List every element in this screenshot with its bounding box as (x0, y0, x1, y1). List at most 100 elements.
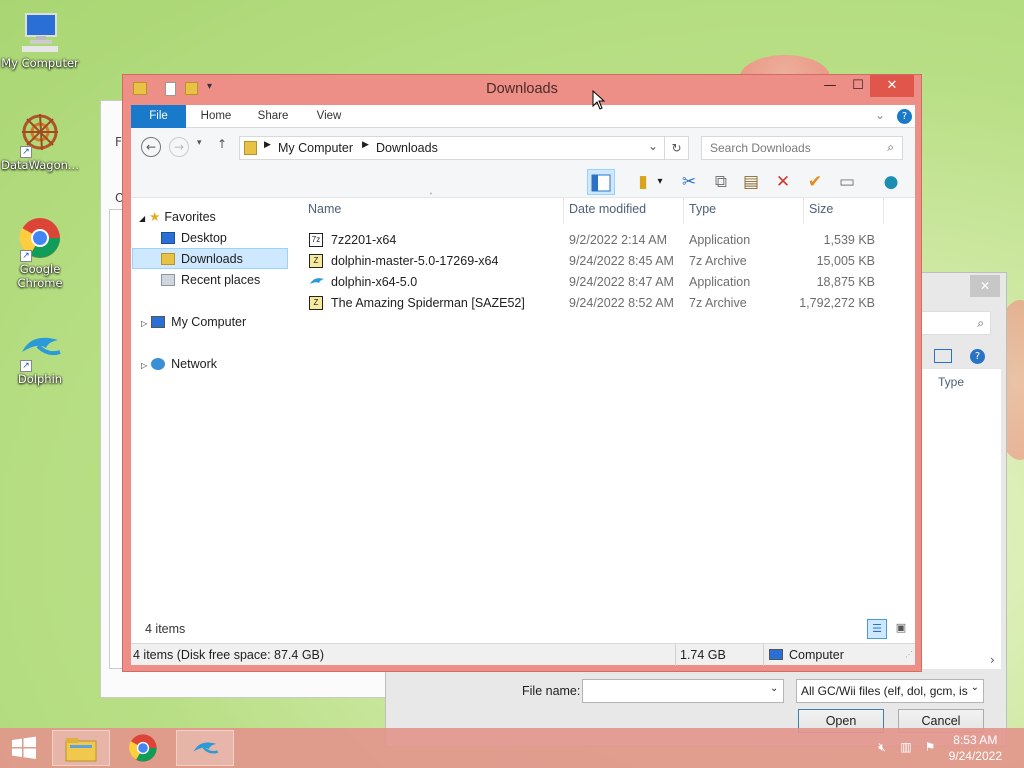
network-icon (151, 358, 166, 370)
network-globe-icon[interactable]: ● (877, 169, 905, 195)
cut-icon[interactable]: ✂ (675, 169, 703, 195)
command-toolbar: ▮ ▾ ✂ ⧉ ▤ ✕ ✔ ▭ ● (131, 166, 915, 198)
nav-my-computer[interactable]: ▷ My Computer (141, 312, 246, 332)
close-button[interactable]: ✕ (870, 75, 914, 97)
tab-file[interactable]: File (131, 105, 186, 128)
refresh-button[interactable]: ↻ (665, 136, 689, 160)
status-location: Computer (789, 648, 844, 662)
column-header-type: Type (938, 375, 965, 389)
file-name-input[interactable] (582, 679, 784, 703)
archive-icon: Z (309, 254, 323, 268)
column-header-date[interactable]: Date modified (569, 202, 646, 216)
file-date: 9/24/2022 8:47 AM (569, 275, 674, 289)
desktop-icon-google-chrome[interactable]: ↗ Google Chrome (0, 216, 80, 290)
nav-favorites[interactable]: ◢ ★ Favorites (139, 207, 216, 227)
status-bar: 4 items (Disk free space: 87.4 GB) 1.74 … (131, 643, 915, 666)
shortcut-arrow-icon: ↗ (20, 360, 32, 372)
file-type: 7z Archive (689, 254, 747, 268)
view-pane-icon[interactable] (934, 349, 952, 363)
forward-button[interactable]: → (169, 137, 189, 157)
chevron-down-icon[interactable]: ⌄ (875, 108, 885, 122)
taskbar-chrome[interactable] (114, 730, 172, 766)
chrome-icon (129, 734, 157, 762)
chevron-down-icon: ⌄ (970, 682, 979, 693)
file-name: 7z2201-x64 (331, 233, 397, 247)
column-header-type[interactable]: Type (689, 202, 716, 216)
column-divider (883, 198, 884, 224)
file-type: 7z Archive (689, 296, 747, 310)
network-tray-icon[interactable]: ▥ (898, 740, 914, 756)
taskbar-file-explorer[interactable] (52, 730, 110, 766)
breadcrumb-my-computer[interactable]: My Computer (278, 141, 353, 155)
shortcut-arrow-icon: ↗ (20, 146, 32, 158)
nav-label: Recent places (181, 273, 261, 287)
paste-icon[interactable]: ▤ (737, 169, 765, 195)
nav-recent-places[interactable]: Recent places (161, 270, 260, 290)
details-view-button[interactable]: ☰ (867, 619, 887, 639)
delete-icon[interactable]: ✕ (769, 169, 797, 195)
chevron-down-icon[interactable]: ⌄ (770, 683, 778, 694)
clock-time: 8:53 AM (953, 733, 998, 747)
chevron-down-icon[interactable]: ⌄ (648, 139, 658, 153)
explorer-window: ▾ Downloads — ☐ ✕ File Home Share View ⌄… (122, 74, 922, 672)
shortcut-arrow-icon: ↗ (20, 250, 32, 262)
file-row[interactable]: 7z 7z2201-x64 9/2/2022 2:14 AM Applicati… (301, 230, 901, 251)
copy-icon[interactable]: ⧉ (707, 169, 735, 195)
datawagon-icon: ↗ (18, 112, 62, 158)
file-type-select[interactable]: All GC/Wii files (elf, dol, gcm, is ⌄ (796, 679, 984, 703)
file-row[interactable]: dolphin-x64-5.0 9/24/2022 8:47 AM Applic… (301, 272, 901, 293)
file-type: Application (689, 233, 751, 247)
computer-icon (151, 316, 166, 328)
recent-locations-icon[interactable]: ▾ (197, 138, 202, 148)
chrome-icon: ↗ (18, 216, 62, 262)
resize-grip-icon[interactable]: ⋰ (905, 650, 913, 659)
scroll-right-arrow[interactable]: › (990, 653, 995, 667)
nav-downloads[interactable]: Downloads (132, 248, 288, 269)
volume-muted-icon[interactable]: 🔇︎ (874, 740, 890, 756)
nav-desktop[interactable]: Desktop (161, 228, 227, 248)
properties-icon[interactable]: ▭ (833, 169, 861, 195)
taskbar: 🔇︎ ▥ ⚑ 8:53 AM 9/24/2022 (0, 728, 1024, 768)
desktop-icon-my-computer[interactable]: My Computer (0, 10, 80, 70)
taskbar-dolphin[interactable] (176, 730, 234, 766)
dropdown-arrow-icon[interactable]: ▾ (651, 169, 669, 195)
start-button[interactable] (0, 730, 48, 766)
item-count: 4 items (145, 622, 186, 636)
breadcrumb-separator-icon: ▶ (264, 140, 271, 150)
tab-share[interactable]: Share (251, 105, 295, 128)
nav-label: My Computer (171, 315, 247, 329)
nav-label: Downloads (181, 252, 243, 266)
system-clock[interactable]: 8:53 AM 9/24/2022 (949, 732, 1002, 764)
file-row[interactable]: Z dolphin-master-5.0-17269-x64 9/24/2022… (301, 251, 901, 272)
search-input[interactable]: Search Downloads ⌕ (701, 136, 903, 160)
breadcrumb-separator-icon: ▶ (362, 140, 369, 150)
expand-arrow-icon: ▷ (141, 319, 148, 328)
back-button[interactable]: ← (141, 137, 161, 157)
tab-view[interactable]: View (307, 105, 351, 128)
dialog-close-button[interactable]: ✕ (970, 275, 1000, 297)
title-bar[interactable]: ▾ Downloads — ☐ ✕ (123, 75, 921, 105)
breadcrumb-downloads[interactable]: Downloads (376, 141, 438, 155)
action-center-icon[interactable]: ⚑ (922, 740, 938, 756)
star-icon: ★ (149, 210, 161, 224)
desktop-icon-datawagon[interactable]: ↗ DataWagon... (0, 112, 80, 172)
content-area: ◢ ★ Favorites Desktop Downloads Recent pla… (131, 192, 915, 643)
tab-home[interactable]: Home (194, 105, 238, 128)
file-date: 9/24/2022 8:52 AM (569, 296, 674, 310)
file-type-value: All GC/Wii files (elf, dol, gcm, is (801, 684, 968, 698)
dialog-search-box[interactable]: ⌕ (921, 311, 991, 335)
desktop-icon-dolphin[interactable]: ↗ Dolphin (0, 326, 80, 386)
column-divider (683, 198, 684, 224)
file-row[interactable]: Z The Amazing Spiderman [SAZE52] 9/24/20… (301, 293, 901, 314)
help-icon[interactable]: ? (970, 349, 985, 364)
preview-pane-button[interactable] (587, 169, 615, 195)
dolphin-icon: ↗ (18, 326, 62, 372)
column-header-size[interactable]: Size (809, 202, 833, 216)
column-header-name[interactable]: Name (308, 202, 341, 216)
up-arrow-icon[interactable]: ↑ (217, 137, 227, 151)
address-bar[interactable]: ▶ My Computer ▶ Downloads ⌄ (239, 136, 665, 160)
large-icons-view-button[interactable]: ▣ (891, 619, 911, 639)
rename-check-icon[interactable]: ✔ (801, 169, 829, 195)
nav-network[interactable]: ▷ Network (141, 354, 217, 374)
help-icon[interactable]: ? (897, 109, 912, 124)
